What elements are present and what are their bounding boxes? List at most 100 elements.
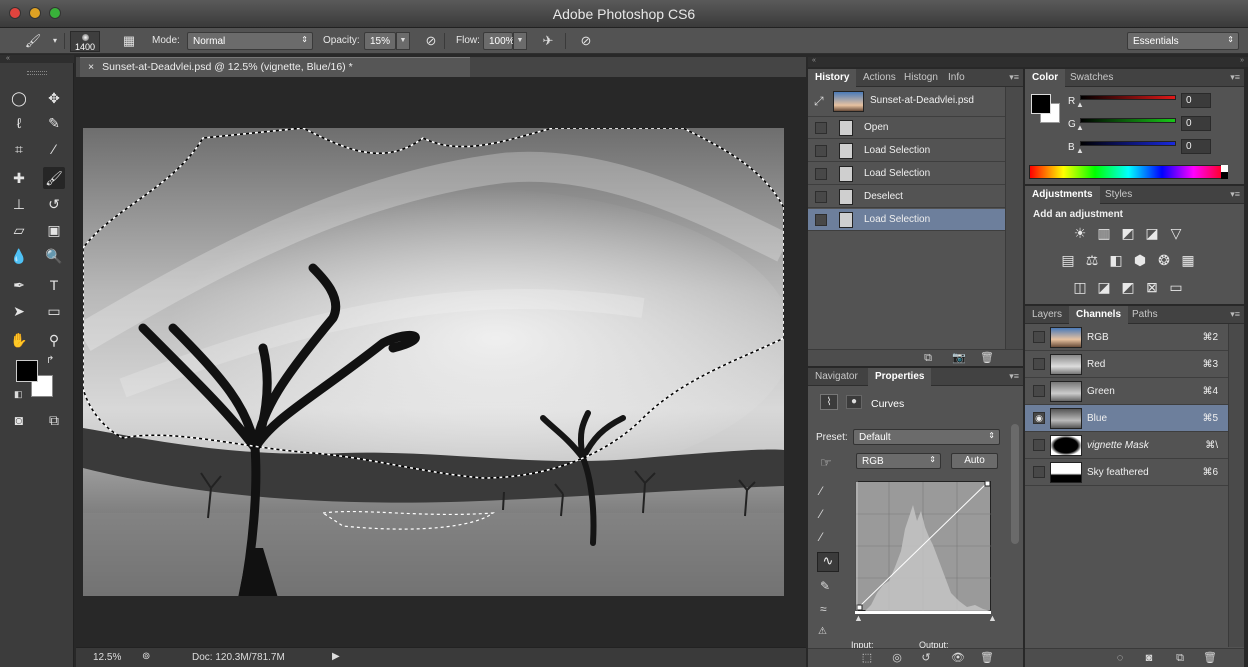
channel-visibility-toggle[interactable]: ◉ xyxy=(1033,412,1045,424)
history-state[interactable]: Load Selection xyxy=(808,163,1005,185)
color-channel-value[interactable]: 0 xyxy=(1181,139,1211,154)
black-slider-handle-icon[interactable]: ▲ xyxy=(854,613,863,623)
white-slider-handle-icon[interactable]: ▲ xyxy=(988,613,997,623)
channel-select[interactable]: RGB ⇕ xyxy=(856,453,941,469)
white-point-eyedropper-icon[interactable]: ⁄ xyxy=(820,530,822,544)
channel-row[interactable]: ◉ Blue ⌘5 xyxy=(1025,405,1228,432)
rectangle-tool-icon[interactable]: ▭ xyxy=(43,300,65,322)
color-foreground-swatch[interactable] xyxy=(1031,94,1051,114)
tab-adjustments[interactable]: Adjustments xyxy=(1025,186,1100,204)
channels-scrollbar[interactable] xyxy=(1228,324,1244,647)
history-scrollbar[interactable] xyxy=(1005,87,1023,349)
hand-tool-icon[interactable]: ✋ xyxy=(8,329,30,351)
history-snapshot[interactable]: ⤢ Sunset-at-Deadvlei.psd xyxy=(808,87,1005,117)
new-document-from-state-icon[interactable]: ⧉ xyxy=(920,351,936,365)
toggle-visibility-icon[interactable]: 👁 xyxy=(950,651,966,665)
status-menu-arrow-icon[interactable]: ▶ xyxy=(332,651,340,662)
tab-layers[interactable]: Layers xyxy=(1025,306,1069,324)
history-brush-source-icon[interactable]: ⤢ xyxy=(814,94,824,109)
history-brush-tool-icon[interactable]: ↺ xyxy=(43,193,65,215)
history-state[interactable]: Open xyxy=(808,117,1005,139)
vibrance-icon[interactable]: ▽ xyxy=(1166,224,1186,242)
history-state[interactable]: Load Selection xyxy=(808,209,1005,231)
spectrum-black-swatch[interactable] xyxy=(1221,172,1228,179)
clip-to-layer-icon[interactable]: ⬚ xyxy=(859,651,875,665)
selective-color-icon[interactable]: ⊠ xyxy=(1142,278,1162,296)
panel-menu-icon[interactable]: ▾≡ xyxy=(1230,309,1240,320)
screen-mode-icon[interactable]: ⧉ xyxy=(43,409,65,431)
black-white-icon[interactable]: ◧ xyxy=(1106,251,1126,269)
threshold-icon[interactable]: ◩ xyxy=(1118,278,1138,296)
save-selection-channel-icon[interactable]: ◙ xyxy=(1141,651,1157,665)
history-state[interactable]: Deselect xyxy=(808,186,1005,208)
lasso-tool-icon[interactable]: ℓ xyxy=(8,112,30,134)
opacity-input[interactable]: 15% xyxy=(364,32,396,50)
black-point-eyedropper-icon[interactable]: ⁄ xyxy=(820,484,822,498)
document-tab[interactable]: × Sunset-at-Deadvlei.psd @ 12.5% (vignett… xyxy=(80,57,470,77)
delete-state-icon[interactable]: 🗑 xyxy=(979,351,995,365)
panel-dock-header[interactable]: « » xyxy=(808,57,1248,67)
panel-menu-icon[interactable]: ▾≡ xyxy=(1230,189,1240,200)
curves-adjustment-icon[interactable]: ⌇ xyxy=(820,394,838,410)
eyedropper-tool-icon[interactable]: ⁄ xyxy=(43,138,65,160)
new-snapshot-icon[interactable]: 📷 xyxy=(951,351,967,365)
curves-icon[interactable]: ◩ xyxy=(1118,224,1138,242)
close-tab-icon[interactable]: × xyxy=(88,61,94,73)
eraser-tool-icon[interactable]: ▱ xyxy=(8,219,30,241)
channel-visibility-toggle[interactable] xyxy=(1033,331,1045,343)
quick-mask-icon[interactable]: ◙ xyxy=(8,409,30,431)
gray-point-eyedropper-icon[interactable]: ⁄ xyxy=(820,507,822,521)
history-source-checkbox[interactable] xyxy=(815,214,827,226)
photo-filter-icon[interactable]: ⬢ xyxy=(1130,251,1150,269)
history-source-checkbox[interactable] xyxy=(815,191,827,203)
brush-panel-toggle-icon[interactable]: ▦ xyxy=(120,33,138,50)
panel-menu-icon[interactable]: ▾≡ xyxy=(1009,371,1019,382)
move-tool-icon[interactable]: ✥ xyxy=(43,87,65,109)
curve-pencil-icon[interactable]: ✎ xyxy=(820,579,830,593)
new-channel-icon[interactable]: ⧉ xyxy=(1172,651,1188,665)
color-channel-value[interactable]: 0 xyxy=(1181,116,1211,131)
swap-colors-icon[interactable]: ↱ xyxy=(46,355,54,366)
auto-button[interactable]: Auto xyxy=(951,453,998,469)
posterize-icon[interactable]: ◪ xyxy=(1094,278,1114,296)
preset-select[interactable]: Default ⇕ xyxy=(853,429,1000,445)
channel-visibility-toggle[interactable] xyxy=(1033,466,1045,478)
history-source-checkbox[interactable] xyxy=(815,145,827,157)
tab-color[interactable]: Color xyxy=(1025,69,1066,87)
slider-handle-icon[interactable]: ▲ xyxy=(1076,146,1084,155)
document-canvas[interactable] xyxy=(83,128,784,596)
color-channel-slider[interactable] xyxy=(1080,118,1176,123)
layer-mask-icon[interactable]: ● xyxy=(846,395,862,409)
view-previous-state-icon[interactable]: ◎ xyxy=(889,651,905,665)
type-tool-icon[interactable]: T xyxy=(43,274,65,296)
crop-tool-icon[interactable]: ⌗ xyxy=(8,138,30,160)
color-spectrum-bar[interactable] xyxy=(1029,165,1228,179)
status-info-icon[interactable]: ⊚ xyxy=(142,651,150,662)
history-state[interactable]: Load Selection xyxy=(808,140,1005,162)
tab-properties[interactable]: Properties xyxy=(868,368,932,386)
levels-icon[interactable]: ▥ xyxy=(1094,224,1114,242)
clone-stamp-tool-icon[interactable]: ⊥ xyxy=(8,193,30,215)
tool-preset-dropdown-icon[interactable]: ▾ xyxy=(46,33,64,50)
spectrum-white-swatch[interactable] xyxy=(1221,165,1228,172)
tab-channels[interactable]: Channels xyxy=(1069,306,1129,324)
channel-row[interactable]: Red ⌘3 xyxy=(1025,351,1228,378)
blur-tool-icon[interactable]: 💧 xyxy=(8,245,30,267)
delete-adjustment-icon[interactable]: 🗑 xyxy=(979,651,995,665)
brightness-contrast-icon[interactable]: ☀ xyxy=(1070,224,1090,242)
pressure-size-icon[interactable]: ⊘ xyxy=(577,33,595,50)
workspace-select[interactable]: Essentials ⇕ xyxy=(1127,32,1239,50)
collapse-dock-icon[interactable]: » xyxy=(1240,57,1244,64)
channel-row[interactable]: vignette Mask ⌘\ xyxy=(1025,432,1228,459)
opacity-dropdown-button[interactable]: ▼ xyxy=(396,32,410,50)
smooth-curve-icon[interactable]: ≈ xyxy=(820,602,827,616)
tab-histogram[interactable]: Histogn xyxy=(897,69,945,87)
channel-visibility-toggle[interactable] xyxy=(1033,385,1045,397)
slider-handle-icon[interactable]: ▲ xyxy=(1076,100,1084,109)
tab-history[interactable]: History xyxy=(808,69,857,87)
brush-tool-icon[interactable]: 🖌 xyxy=(43,167,65,189)
history-source-checkbox[interactable] xyxy=(815,168,827,180)
mode-select[interactable]: Normal ⇕ xyxy=(187,32,313,50)
targeted-adjustment-hand-icon[interactable]: ☞ xyxy=(820,455,832,471)
invert-icon[interactable]: ◫ xyxy=(1070,278,1090,296)
